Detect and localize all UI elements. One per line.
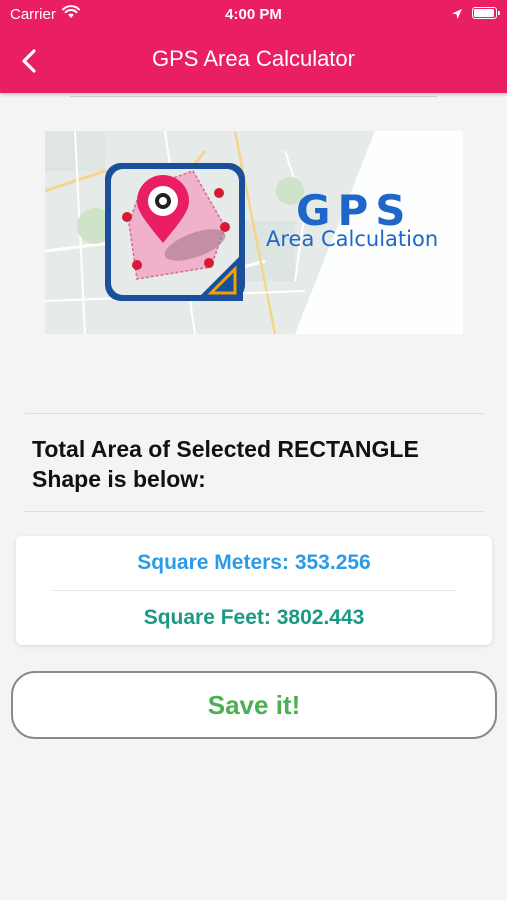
page-title: GPS Area Calculator [152, 46, 355, 71]
card-divider [52, 590, 457, 591]
result-heading: Total Area of Selected RECTANGLE Shape i… [32, 436, 419, 492]
save-button[interactable]: Save it! [11, 671, 497, 739]
banner-subheading: Area Calculation [266, 227, 439, 251]
header-divider [70, 96, 437, 97]
section-divider [25, 413, 484, 414]
location-arrow-icon [451, 7, 463, 24]
status-time: 4:00 PM [225, 6, 282, 23]
app-header: Carrier 4:00 PM GPS Area Calculator [0, 0, 507, 93]
battery-icon [472, 7, 500, 19]
square-meters-value: Square Meters: 353.256 [137, 551, 371, 574]
section-divider [25, 511, 484, 512]
square-feet-value: Square Feet: 3802.443 [143, 606, 365, 629]
battery-fill [474, 9, 494, 17]
area-result-card: Square Meters: 353.256 Square Feet: 3802… [16, 536, 492, 645]
status-bar: Carrier 4:00 PM [0, 0, 507, 28]
